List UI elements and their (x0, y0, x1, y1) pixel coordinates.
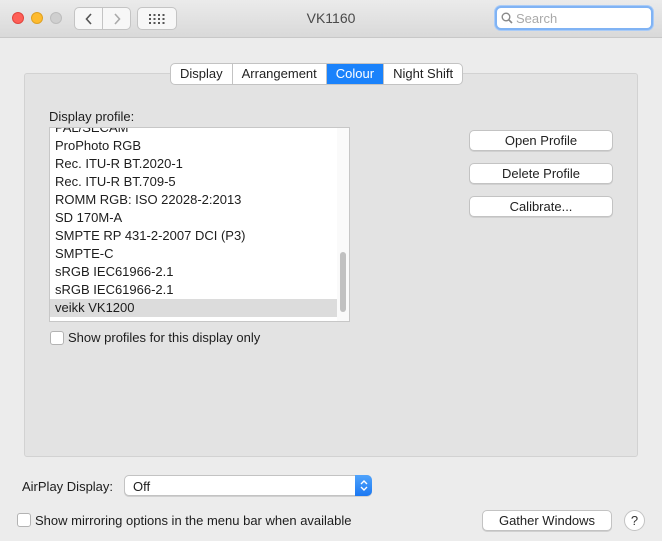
list-item[interactable]: sRGB IEC61966-2.1 (50, 263, 338, 281)
mirroring-options-label: Show mirroring options in the menu bar w… (35, 513, 352, 528)
list-item[interactable]: Rec. ITU-R BT.2020-1 (50, 155, 338, 173)
help-button[interactable]: ? (624, 510, 645, 531)
tab-night-shift[interactable]: Night Shift (383, 64, 462, 84)
calibrate-button[interactable]: Calibrate... (469, 196, 613, 217)
scrollbar-thumb[interactable] (340, 252, 346, 312)
airplay-display-select[interactable]: Off (124, 475, 372, 496)
airplay-display-value: Off (133, 479, 151, 494)
tab-colour[interactable]: Colour (325, 64, 384, 84)
show-profiles-label: Show profiles for this display only (68, 330, 261, 345)
tab-bar: Display Arrangement Colour Night Shift (170, 63, 464, 85)
updown-arrows-icon (355, 475, 372, 496)
list-item[interactable]: SMPTE-C (50, 245, 338, 263)
list-item[interactable]: SMPTE RP 431-2-2007 DCI (P3) (50, 227, 338, 245)
list-item[interactable]: ProPhoto RGB (50, 137, 338, 155)
search-icon (501, 12, 513, 24)
title-bar: VK1160 Search (0, 0, 662, 38)
list-item[interactable]: PAL/SECAM (50, 128, 338, 137)
display-profile-list[interactable]: PAL/SECAM ProPhoto RGB Rec. ITU-R BT.202… (49, 127, 350, 322)
gather-windows-button[interactable]: Gather Windows (482, 510, 612, 531)
list-item[interactable]: sRGB IEC61966-2.1 (50, 281, 338, 299)
list-item[interactable]: SD 170M-A (50, 209, 338, 227)
open-profile-button[interactable]: Open Profile (469, 130, 613, 151)
search-placeholder: Search (516, 10, 558, 26)
delete-profile-button[interactable]: Delete Profile (469, 163, 613, 184)
show-profiles-checkbox[interactable] (50, 331, 64, 345)
display-profile-label: Display profile: (49, 109, 135, 124)
list-item[interactable]: ROMM RGB: ISO 22028-2:2013 (50, 191, 338, 209)
tab-display[interactable]: Display (171, 64, 232, 84)
airplay-display-label: AirPlay Display: (22, 479, 114, 494)
list-item[interactable]: Rec. ITU-R BT.709-5 (50, 173, 338, 191)
profile-list-items: PAL/SECAM ProPhoto RGB Rec. ITU-R BT.202… (50, 128, 338, 317)
tab-arrangement[interactable]: Arrangement (231, 64, 326, 84)
selected-list-item[interactable]: veikk VK1200 (50, 299, 338, 317)
mirroring-options-checkbox[interactable] (17, 513, 31, 527)
search-field[interactable]: Search (495, 6, 653, 30)
scrollbar-track[interactable] (337, 128, 349, 321)
